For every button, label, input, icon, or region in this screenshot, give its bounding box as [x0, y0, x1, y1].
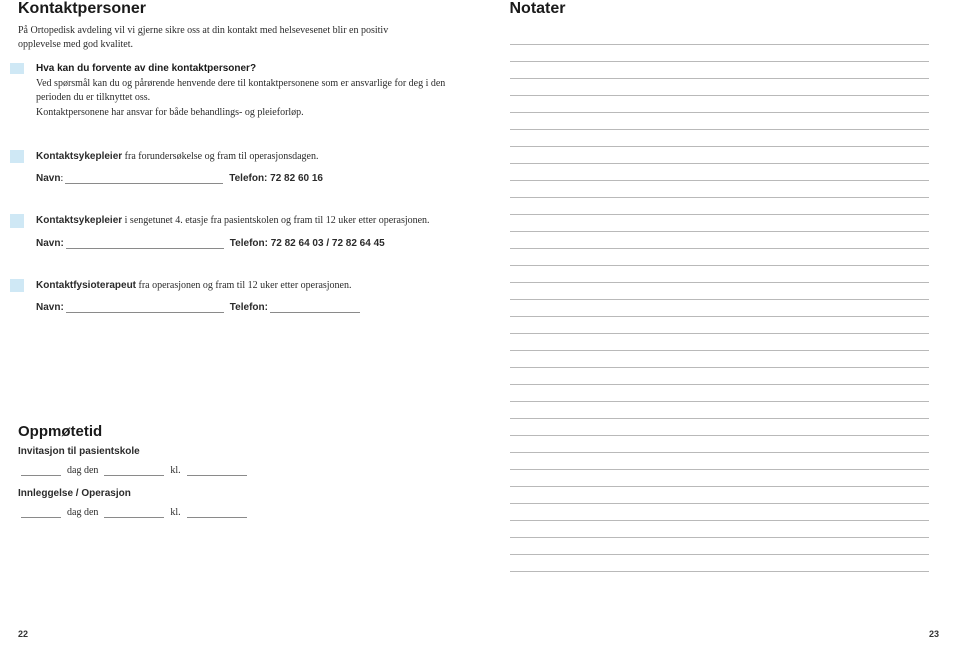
page-number-right: 23: [929, 629, 939, 639]
left-page: Kontaktpersoner På Ortopedisk avdeling v…: [0, 0, 480, 649]
contact3-row: Kontaktfysioterapeut fra operasjonen og …: [10, 279, 450, 293]
notes-title: Notater: [510, 0, 930, 18]
contact3-role: Kontaktfysioterapeut: [36, 280, 136, 291]
contact1-row: Kontaktsykepleier fra forundersøkelse og…: [10, 150, 450, 164]
contact3-line: Kontaktfysioterapeut fra operasjonen og …: [36, 280, 352, 291]
contact1-name-row: Navn: Telefon: 72 82 60 16: [18, 173, 450, 184]
inv-kl: kl.: [170, 465, 180, 476]
inv-date-field[interactable]: [104, 466, 164, 476]
expect-heading: Hva kan du forvente av dine kontaktperso…: [36, 63, 450, 74]
contact-block-1: Kontaktsykepleier fra forundersøkelse og…: [18, 150, 450, 185]
contact1-name-field[interactable]: [65, 174, 223, 184]
admission-heading: Innleggelse / Operasjon: [18, 488, 450, 499]
contact3-name-field[interactable]: [66, 303, 224, 313]
inv-time-field[interactable]: [187, 466, 247, 476]
contact3-name-label: Navn:: [36, 302, 64, 313]
contact-block-2: Kontaktsykepleier i sengetunet 4. etasje…: [18, 214, 450, 249]
contact2-tel: Telefon: 72 82 64 03 / 72 82 64 45: [230, 238, 385, 249]
expect-p2: Kontaktpersonene har ansvar for både beh…: [36, 106, 450, 120]
contact-block-3: Kontaktfysioterapeut fra operasjonen og …: [18, 279, 450, 314]
contact1-name-label: Navn: [36, 173, 60, 184]
intro-paragraph: På Ortopedisk avdeling vil vi gjerne sik…: [18, 24, 418, 51]
invitation-schedule-row: dag den kl.: [18, 465, 450, 476]
spread: Kontaktpersoner På Ortopedisk avdeling v…: [0, 0, 959, 649]
adm-time-field[interactable]: [187, 508, 247, 518]
admission-schedule-row: dag den kl.: [18, 507, 450, 518]
contact3-tel-label: Telefon:: [230, 302, 268, 313]
contact3-desc: fra operasjonen og fram til 12 uker ette…: [136, 280, 351, 291]
page-number-left: 22: [18, 629, 28, 639]
contact1-line: Kontaktsykepleier fra forundersøkelse og…: [36, 151, 318, 162]
contact3-tel-field[interactable]: [270, 303, 360, 313]
page-title-contacts: Kontaktpersoner: [18, 0, 450, 18]
contact1-role: Kontaktsykepleier: [36, 151, 122, 162]
contact1-desc: fra forundersøkelse og fram til operasjo…: [122, 151, 318, 162]
contact2-name-label: Navn:: [36, 238, 64, 249]
expect-heading-row: Hva kan du forvente av dine kontaktperso…: [10, 63, 450, 74]
expect-p1: Ved spørsmål kan du og pårørende henvend…: [36, 77, 450, 104]
attendance-title: Oppmøtetid: [18, 423, 450, 440]
contact3-name-row: Navn: Telefon:: [18, 302, 450, 313]
right-page: Notater 23: [480, 0, 959, 649]
contact2-name-row: Navn: Telefon: 72 82 64 03 / 72 82 64 45: [18, 238, 450, 249]
contact1-tel: Telefon: 72 82 60 16: [229, 173, 323, 184]
contact2-role: Kontaktsykepleier: [36, 215, 122, 226]
inv-day-field[interactable]: [21, 466, 61, 476]
invitation-heading: Invitasjon til pasientskole: [18, 446, 450, 457]
inv-dag-den: dag den: [67, 465, 98, 476]
contact2-name-field[interactable]: [66, 239, 224, 249]
contact2-row: Kontaktsykepleier i sengetunet 4. etasje…: [10, 214, 450, 228]
contact2-desc: i sengetunet 4. etasje fra pasientskolen…: [122, 215, 429, 226]
adm-kl: kl.: [170, 507, 180, 518]
adm-day-field[interactable]: [21, 508, 61, 518]
contact2-line: Kontaktsykepleier i sengetunet 4. etasje…: [36, 215, 430, 226]
adm-dag-den: dag den: [67, 507, 98, 518]
adm-date-field[interactable]: [104, 508, 164, 518]
notes-lines[interactable]: [510, 28, 930, 572]
